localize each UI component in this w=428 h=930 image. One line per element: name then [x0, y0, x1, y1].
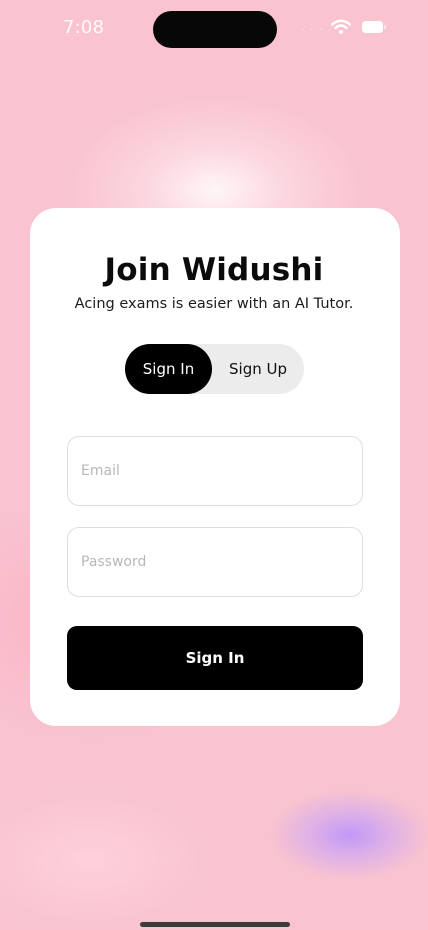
dynamic-island	[153, 11, 277, 48]
auth-mode-toggle: Sign In Sign Up	[125, 344, 304, 394]
password-field[interactable]	[67, 527, 363, 597]
page-title: Join Widushi	[104, 252, 324, 288]
home-indicator	[140, 922, 290, 927]
sign-in-screen: 7:08 · · · · Join Widushi Acing exams is…	[0, 0, 428, 930]
battery-icon	[362, 21, 386, 33]
wifi-icon	[331, 19, 351, 34]
cellular-dots-icon: · · · ·	[301, 23, 333, 36]
email-field[interactable]	[67, 436, 363, 506]
page-subtitle: Acing exams is easier with an AI Tutor.	[74, 296, 354, 312]
tab-sign-in[interactable]: Sign In	[125, 344, 212, 394]
sign-in-button[interactable]: Sign In	[67, 626, 363, 690]
status-bar-time: 7:08	[63, 17, 105, 38]
tab-sign-up[interactable]: Sign Up	[212, 344, 304, 394]
